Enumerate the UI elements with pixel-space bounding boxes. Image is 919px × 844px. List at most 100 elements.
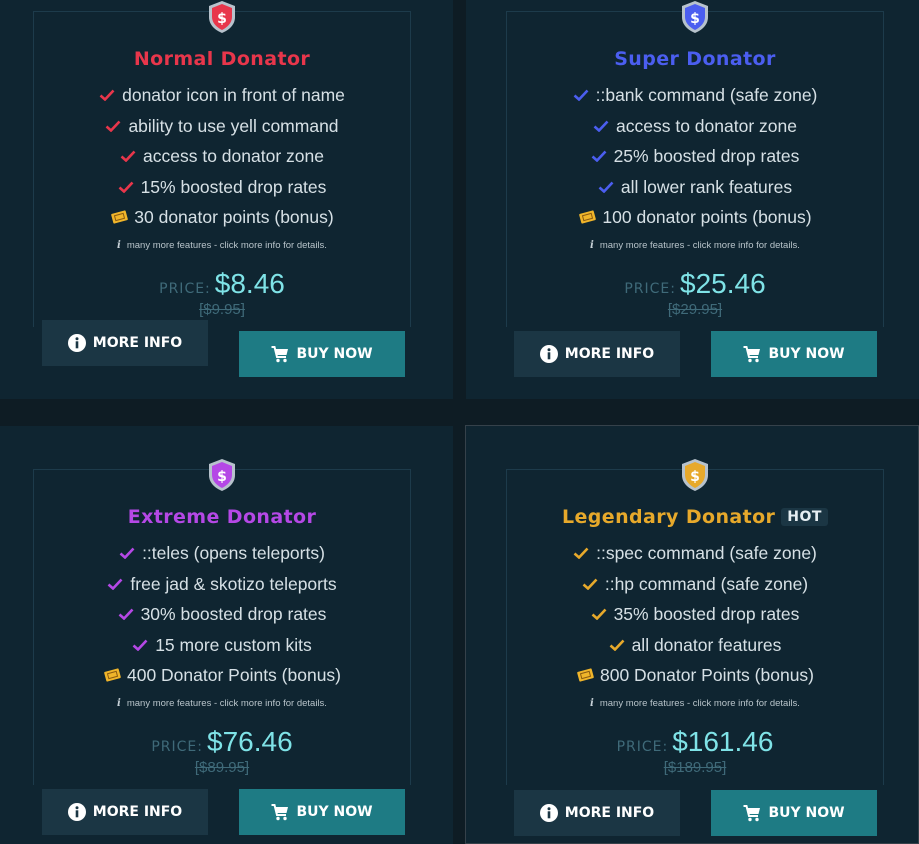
price-label: PRICE: (151, 739, 203, 755)
price-label: PRICE: (616, 739, 669, 755)
feature-item: 35% boosted drop rates (507, 599, 883, 630)
ticket-icon (111, 210, 129, 224)
card-title: Normal Donator (133, 48, 311, 70)
more-info-button[interactable]: MORE INFO (42, 320, 208, 366)
feature-list: ::bank command (safe zone) access to don… (507, 80, 883, 233)
card-frame: $ Legendary Donator HOT ::spec command (s… (506, 459, 884, 785)
more-info-button[interactable]: MORE INFO (514, 331, 680, 377)
feature-item: all donator features (507, 630, 883, 661)
feature-item: ::bank command (safe zone) (507, 80, 883, 111)
info-circle-icon (539, 345, 558, 363)
old-price: [$29.95] (667, 301, 723, 318)
price-value: $25.46 (680, 268, 766, 299)
ticket-icon (104, 668, 121, 682)
check-icon (573, 89, 589, 101)
info-icon: i (590, 698, 594, 709)
feature-item-bonus: 400 Donator Points (bonus) (34, 660, 410, 691)
ticket-icon (579, 210, 597, 224)
buy-now-button[interactable]: BUY NOW (711, 790, 877, 836)
feature-item-bonus: 30 donator points (bonus) (34, 202, 410, 233)
dollar-shield-icon: $ (682, 1, 708, 33)
dollar-shield-icon: $ (209, 1, 235, 33)
price-value: $76.46 (207, 726, 293, 757)
price-row: PRICE: $161.46 (507, 726, 883, 758)
feature-item-bonus: 800 Donator Points (bonus) (507, 660, 883, 691)
feature-item: ability to use yell command (34, 111, 410, 142)
more-features-note: i many more features - click more info fo… (117, 240, 327, 251)
ticket-icon (577, 668, 594, 682)
cart-icon (271, 345, 289, 362)
donator-card-normal: $ Normal Donator donator icon in front o… (0, 0, 453, 399)
svg-text:$: $ (217, 469, 227, 485)
buy-now-button[interactable]: BUY NOW (239, 789, 405, 835)
card-title: Extreme Donator (127, 506, 317, 528)
info-circle-icon (539, 804, 558, 822)
check-icon (573, 547, 589, 559)
check-icon (119, 547, 135, 559)
buy-now-button[interactable]: BUY NOW (239, 331, 405, 377)
donator-card-super: $ Super Donator ::bank command (safe zon… (466, 0, 919, 399)
card-title: Legendary Donator HOT (507, 506, 883, 528)
info-circle-icon (67, 334, 86, 352)
card-title: Super Donator (614, 48, 776, 70)
check-icon (108, 578, 123, 590)
donator-card-legendary: $ Legendary Donator HOT ::spec command (s… (465, 425, 919, 844)
check-icon (609, 639, 625, 651)
check-icon (132, 639, 148, 651)
check-icon (591, 150, 607, 163)
cart-icon (271, 803, 289, 820)
feature-item: 15 more custom kits (34, 630, 410, 661)
price-row: PRICE: $76.46 (34, 726, 410, 758)
feature-item: 15% boosted drop rates (34, 172, 410, 203)
hot-badge: HOT (781, 508, 828, 526)
check-icon (118, 608, 134, 621)
feature-item: access to donator zone (34, 141, 410, 172)
feature-item-bonus: 100 donator points (bonus) (507, 202, 883, 233)
donator-card-extreme: $ Extreme Donator ::teles (opens telepor… (0, 426, 453, 844)
feature-item: ::hp command (safe zone) (507, 569, 883, 600)
dollar-shield-icon: $ (682, 459, 708, 491)
feature-list: ::teles (opens teleports) free jad & sko… (34, 538, 410, 691)
feature-list: donator icon in front of name ability to… (34, 80, 410, 233)
info-icon: i (117, 240, 121, 251)
check-icon (593, 120, 609, 132)
feature-item: ::spec command (safe zone) (507, 538, 883, 569)
buy-now-button[interactable]: BUY NOW (711, 331, 877, 377)
price-value: $161.46 (672, 726, 774, 757)
cart-icon (743, 345, 761, 362)
feature-item: free jad & skotizo teleports (34, 569, 410, 600)
card-frame: $ Super Donator ::bank command (safe zon… (506, 1, 884, 327)
feature-item: ::teles (opens teleports) (34, 538, 410, 569)
price-row: PRICE: $25.46 (507, 268, 883, 300)
more-info-button[interactable]: MORE INFO (42, 789, 208, 835)
feature-item: all lower rank features (507, 172, 883, 203)
cart-icon (743, 804, 761, 821)
svg-text:$: $ (217, 11, 227, 27)
feature-item: donator icon in front of name (34, 80, 410, 111)
price-label: PRICE: (624, 281, 676, 297)
info-icon: i (590, 240, 594, 251)
more-features-note: i many more features - click more info fo… (117, 698, 327, 709)
more-info-button[interactable]: MORE INFO (514, 790, 680, 836)
more-features-note: i many more features - click more info fo… (590, 698, 800, 709)
feature-item: access to donator zone (507, 111, 883, 142)
svg-text:$: $ (690, 469, 700, 485)
dollar-shield-icon: $ (209, 459, 235, 491)
price-value: $8.46 (214, 268, 285, 299)
check-icon (118, 181, 134, 193)
info-icon: i (117, 698, 121, 709)
more-features-note: i many more features - click more info fo… (590, 240, 800, 251)
check-icon (99, 89, 115, 101)
check-icon (591, 608, 607, 621)
old-price: [$189.95] (663, 759, 727, 776)
info-circle-icon (67, 803, 86, 821)
feature-list: ::spec command (safe zone) ::hp command … (507, 538, 883, 691)
card-frame: $ Extreme Donator ::teles (opens telepor… (33, 459, 411, 785)
price-row: PRICE: $8.46 (34, 268, 410, 300)
old-price: [$89.95] (194, 759, 250, 776)
old-price: [$9.95] (199, 301, 245, 318)
check-icon (106, 120, 121, 132)
feature-item: 30% boosted drop rates (34, 599, 410, 630)
check-icon (598, 181, 614, 193)
feature-item: 25% boosted drop rates (507, 141, 883, 172)
